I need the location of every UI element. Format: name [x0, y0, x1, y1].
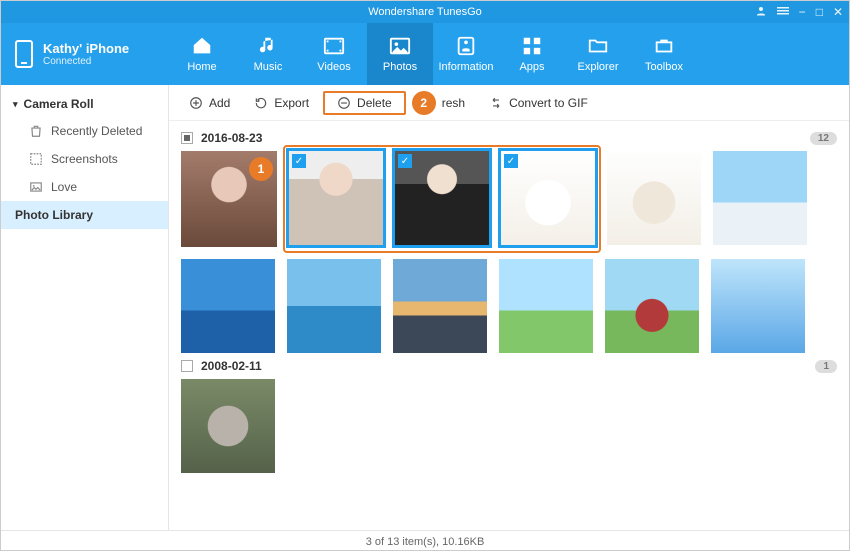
user-icon[interactable] [755, 5, 767, 20]
toolbox-icon [652, 35, 676, 57]
status-text: 3 of 13 item(s), 10.16KB [366, 536, 485, 548]
photo-thumb[interactable]: ✓ [501, 151, 595, 245]
photos-icon [388, 35, 412, 57]
toolbar: Add Export Delete 2 resh Convert to GIF [169, 85, 849, 121]
music-icon [256, 35, 280, 57]
tab-music-label: Music [254, 61, 283, 73]
date-group-header[interactable]: 2008-02-11 1 [181, 359, 837, 373]
annotation-step-1: 1 [249, 157, 273, 181]
photo-thumb[interactable] [287, 259, 381, 353]
sidebar-item-screenshots[interactable]: Screenshots [1, 145, 168, 173]
date-group-header[interactable]: 2016-08-23 12 [181, 131, 837, 145]
titlebar: Wondershare TunesGo − □ ✕ [1, 1, 849, 23]
sidebar-item-label: Love [51, 180, 77, 194]
group-checkbox[interactable] [181, 132, 193, 144]
tab-information[interactable]: Information [433, 23, 499, 85]
status-bar: 3 of 13 item(s), 10.16KB [1, 530, 849, 552]
photo-grid: 1 ✓ ✓ ✓ [181, 151, 837, 353]
photo-thumb[interactable] [607, 151, 701, 245]
apps-icon [520, 35, 544, 57]
group-date: 2016-08-23 [201, 131, 262, 145]
information-icon [454, 35, 478, 57]
photo-thumb[interactable] [181, 379, 275, 473]
delete-button[interactable]: Delete [323, 91, 406, 115]
home-icon [190, 35, 214, 57]
photo-thumb[interactable]: 1 [181, 151, 277, 247]
photo-thumb[interactable] [181, 259, 275, 353]
group-count-badge: 12 [810, 132, 837, 145]
tab-home[interactable]: Home [169, 23, 235, 85]
convert-label: Convert to GIF [509, 96, 588, 110]
content: Add Export Delete 2 resh Convert to GIF [169, 85, 849, 530]
check-icon: ✓ [292, 154, 306, 168]
nav-tabs: Home Music Videos Photos Information App… [169, 23, 849, 85]
convert-icon [489, 96, 503, 110]
photo-thumb[interactable] [713, 151, 807, 245]
delete-label: Delete [357, 96, 392, 110]
photo-grid [181, 379, 837, 473]
tab-apps[interactable]: Apps [499, 23, 565, 85]
refresh-button[interactable]: resh [442, 92, 475, 114]
check-icon: ✓ [504, 154, 518, 168]
photo-thumb[interactable] [711, 259, 805, 353]
tab-toolbox[interactable]: Toolbox [631, 23, 697, 85]
sidebar-item-label: Recently Deleted [51, 124, 142, 138]
minus-icon [337, 96, 351, 110]
tab-information-label: Information [438, 61, 493, 73]
tab-toolbox-label: Toolbox [645, 61, 683, 73]
tab-explorer[interactable]: Explorer [565, 23, 631, 85]
convert-gif-button[interactable]: Convert to GIF [479, 92, 598, 114]
sidebar-section-label: Camera Roll [24, 97, 94, 111]
group-count-badge: 1 [815, 360, 837, 373]
device-status: Connected [43, 56, 129, 67]
sidebar-item-label: Screenshots [51, 152, 118, 166]
photo-scroll[interactable]: 2016-08-23 12 1 ✓ ✓ ✓ [169, 121, 849, 530]
sidebar-item-love[interactable]: Love [1, 173, 168, 201]
tab-explorer-label: Explorer [578, 61, 619, 73]
device-panel[interactable]: Kathy' iPhone Connected [1, 23, 169, 85]
annotation-step-2: 2 [412, 91, 436, 115]
menu-icon[interactable] [777, 5, 789, 20]
add-label: Add [209, 96, 230, 110]
group-date: 2008-02-11 [201, 359, 262, 373]
plus-icon [189, 96, 203, 110]
tab-home-label: Home [187, 61, 216, 73]
explorer-icon [586, 35, 610, 57]
group-checkbox[interactable] [181, 360, 193, 372]
tab-apps-label: Apps [519, 61, 544, 73]
tab-photos[interactable]: Photos [367, 23, 433, 85]
tab-videos-label: Videos [317, 61, 350, 73]
header: Kathy' iPhone Connected Home Music Video… [1, 23, 849, 85]
photo-thumb[interactable] [393, 259, 487, 353]
sidebar: ▾ Camera Roll Recently Deleted Screensho… [1, 85, 169, 530]
refresh-label: resh [442, 96, 465, 110]
photo-thumb[interactable]: ✓ [395, 151, 489, 245]
phone-icon [15, 40, 33, 68]
maximize-button[interactable]: □ [816, 5, 823, 19]
device-name: Kathy' iPhone [43, 41, 129, 56]
photo-thumb[interactable] [605, 259, 699, 353]
image-icon [29, 180, 43, 194]
sidebar-item-photo-library[interactable]: Photo Library [1, 201, 168, 229]
tab-videos[interactable]: Videos [301, 23, 367, 85]
sidebar-item-label: Photo Library [15, 208, 93, 222]
sidebar-item-recently-deleted[interactable]: Recently Deleted [1, 117, 168, 145]
photo-thumb[interactable]: ✓ [289, 151, 383, 245]
add-button[interactable]: Add [179, 92, 240, 114]
sidebar-section-camera-roll[interactable]: ▾ Camera Roll [1, 91, 168, 117]
screenshots-icon [29, 152, 43, 166]
app-title: Wondershare TunesGo [368, 6, 482, 18]
videos-icon [322, 35, 346, 57]
close-button[interactable]: ✕ [833, 5, 843, 19]
minimize-button[interactable]: − [799, 5, 806, 19]
tab-photos-label: Photos [383, 61, 417, 73]
trash-icon [29, 124, 43, 138]
export-button[interactable]: Export [244, 92, 319, 114]
export-icon [254, 96, 268, 110]
export-label: Export [274, 96, 309, 110]
photo-thumb[interactable] [499, 259, 593, 353]
collapse-icon: ▾ [13, 99, 18, 110]
check-icon: ✓ [398, 154, 412, 168]
tab-music[interactable]: Music [235, 23, 301, 85]
